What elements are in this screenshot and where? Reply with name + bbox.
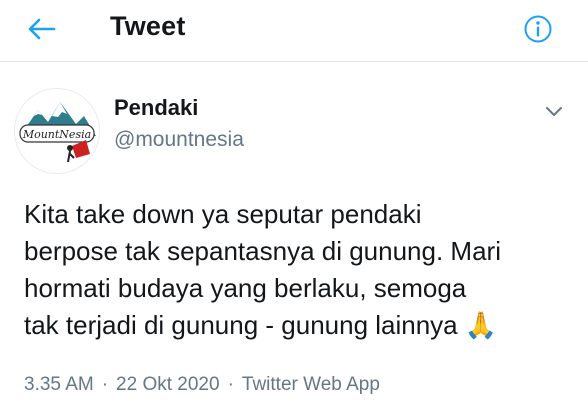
tweet-line: hormati budaya yang berlaku, semoga xyxy=(24,273,467,303)
app-header: Tweet xyxy=(0,0,588,62)
chevron-down-icon xyxy=(546,107,562,116)
tweet-date[interactable]: 22 Okt 2020 xyxy=(116,374,220,395)
tweet-line: tak terjadi di gunung - gunung lainnya xyxy=(24,310,458,340)
tweet-text: Kita take down ya seputar pendaki berpos… xyxy=(24,196,584,344)
back-button[interactable] xyxy=(24,14,58,44)
info-button[interactable] xyxy=(521,12,555,46)
separator: · xyxy=(227,374,234,395)
separator: · xyxy=(101,374,109,395)
mountnesia-logo: MountNesia xyxy=(15,89,99,173)
tweet-line: berpose tak sepantasnya di gunung. Mari xyxy=(24,236,501,266)
tweet-time[interactable]: 3.35 AM xyxy=(24,374,94,395)
tweet-menu-button[interactable] xyxy=(538,98,570,124)
tweet-line-last: tak terjadi di gunung - gunung lainnya 🙏 xyxy=(24,307,584,344)
tweet-source[interactable]: Twitter Web App xyxy=(242,374,380,395)
page-title: Tweet xyxy=(110,11,186,41)
author-handle[interactable]: @mountnesia xyxy=(114,128,244,152)
folded-hands-icon: 🙏 xyxy=(464,310,498,340)
svg-text:MountNesia: MountNesia xyxy=(22,128,91,141)
tweet-line: Kita take down ya seputar pendaki xyxy=(24,199,422,229)
author-display-name[interactable]: Pendaki xyxy=(114,95,198,121)
avatar[interactable]: MountNesia xyxy=(14,88,100,174)
arrow-left-icon xyxy=(28,18,56,40)
info-circle-icon xyxy=(524,15,552,43)
tweet-meta: 3.35 AM · 22 Okt 2020 · Twitter Web App xyxy=(24,374,380,396)
